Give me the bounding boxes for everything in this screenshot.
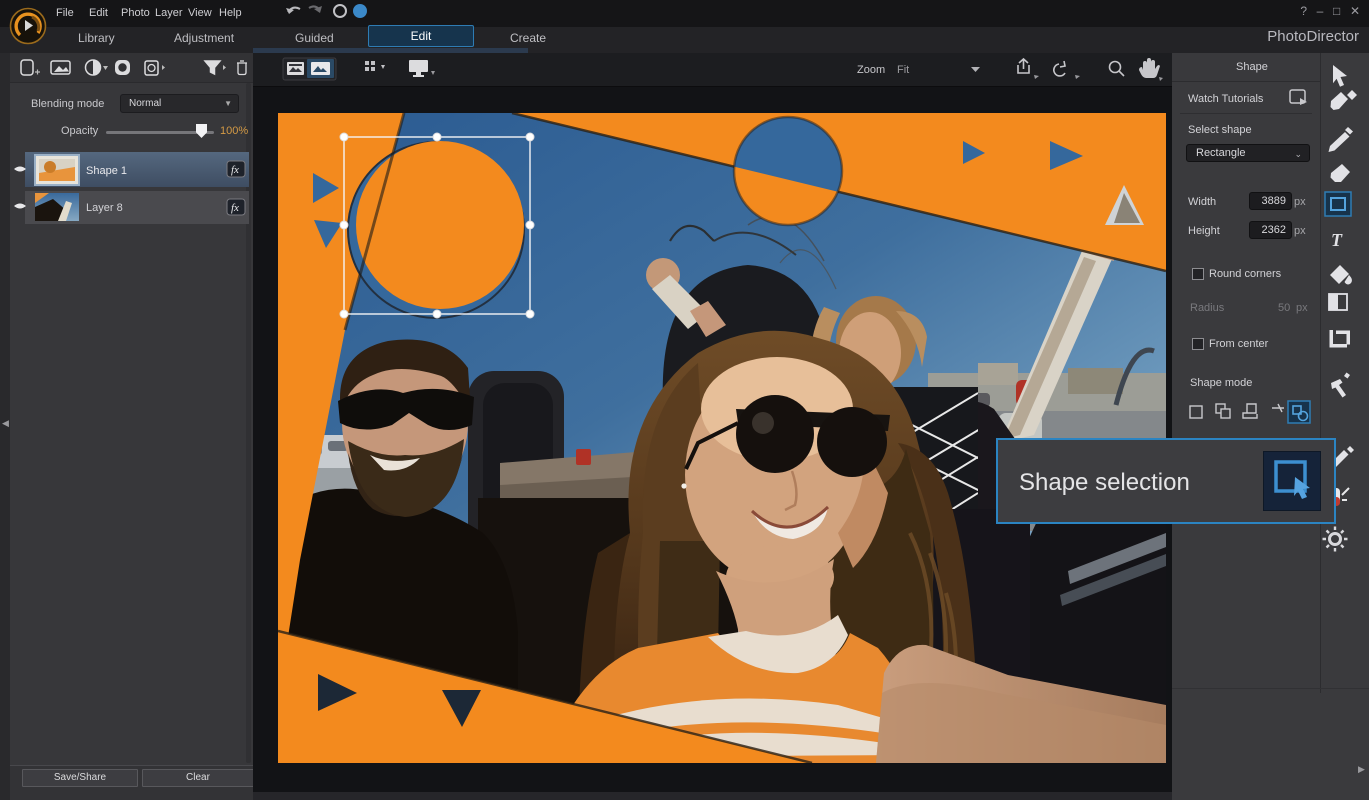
- svg-text:Layer 8: Layer 8: [86, 202, 123, 214]
- svg-text:Zoom: Zoom: [857, 64, 885, 76]
- svg-text:T: T: [1331, 230, 1343, 250]
- svg-text:Fit: Fit: [897, 64, 909, 76]
- svg-text:fx: fx: [231, 164, 239, 176]
- svg-text:fx: fx: [231, 202, 239, 214]
- svg-text:Shape 1: Shape 1: [86, 165, 127, 177]
